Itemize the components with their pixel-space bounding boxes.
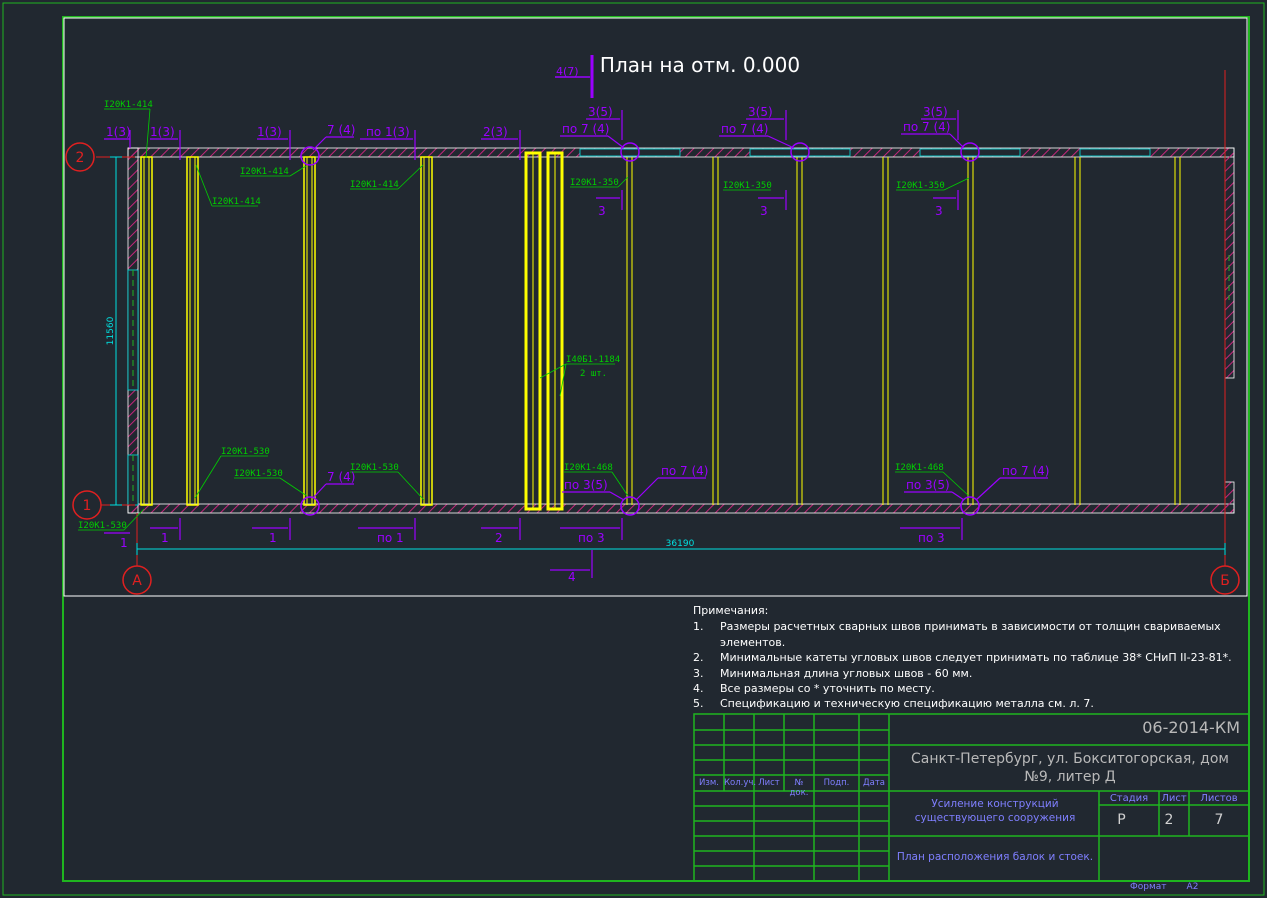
weld-mark: по 7 (4) [661,464,708,478]
sheet-label: Лист [1161,793,1187,804]
weld-mark: 1 [120,536,128,550]
beam-label: I20K1-530 [234,469,283,479]
col-header-doc: № док. [789,778,809,798]
beam-label: I20K1-530 [221,447,270,457]
beam-label: I20K1-414 [350,180,399,190]
weld-mark: по 7 (4) [903,120,950,134]
axis-bubble-row1: 1 [72,490,102,520]
svg-text:А: А [132,573,142,589]
weld-mark: 3 [935,204,943,218]
beam-label: 2 шт. [580,369,607,379]
walls [127,147,1235,514]
beam-label: I20K1-530 [350,463,399,473]
weld-mark: по 1 [377,531,404,545]
sheet-name: План расположения балок и стоек. [896,851,1094,863]
weld-mark: 1 [161,531,169,545]
format-label: Формат А2 [1130,882,1199,892]
beam-label: I20K1-350 [570,178,619,188]
weld-mark: 3(5) [748,105,773,119]
beam-label: I20K1-414 [240,167,289,177]
weld-mark: по 3 [578,531,605,545]
dimension-height: 11560 [106,316,116,345]
notes-title: Примечания: [693,604,769,617]
weld-mark: 1(3) [257,125,282,139]
weld-mark: по 7 (4) [721,122,768,136]
weld-mark: 3 [598,204,606,218]
col-header-list: Лист [758,778,780,788]
note-item: 2. Минимальные катеты угловых швов следуе… [693,651,1232,665]
svg-text:1: 1 [83,498,92,514]
notes-block: Примечания: 1. Размеры расчетных сварных … [693,603,1253,712]
svg-text:Б: Б [1220,573,1230,589]
axis-bubble-colA: А [122,565,152,595]
col-header-kol: Кол.уч. [724,778,757,788]
document-code: 06-2014-КМ [1142,718,1240,737]
beam-label: I20K1-468 [564,463,613,473]
plan-title: План на отм. 0.000 [600,53,800,77]
note-item: 3. Минимальная длина угловых швов - 60 мм… [693,666,973,680]
weld-mark: 7 (4) [327,123,355,137]
dimension-lines [110,156,1226,555]
note-item: 1. Размеры расчетных сварных швов принима… [693,620,1221,649]
weld-mark: 3(5) [588,105,613,119]
stage-label: Стадия [1109,793,1149,804]
col-header-data: Дата [862,778,885,788]
weld-mark: по 7 (4) [562,122,609,136]
sheets-value: 7 [1214,812,1224,828]
beam-label: I20K1-350 [896,181,945,191]
weld-mark: 1 [269,531,277,545]
weld-mark: 1(3) [150,125,175,139]
stage-value: Р [1117,812,1126,828]
note-item: 5. Спецификацию и техническую спецификаци… [693,697,1094,711]
weld-mark: 3 [760,204,768,218]
title-weld-mark: 4(7) [556,65,579,78]
weld-mark: 1(3) [106,125,131,139]
sheet-value: 2 [1164,812,1174,828]
weld-mark: 2 [495,531,503,545]
svg-text:2: 2 [76,150,85,166]
col-header-izm: Изм. [699,778,719,788]
dimension-width: 36190 [666,539,695,549]
beam-label: I20K1-414 [212,197,261,207]
col-header-podp: Подп. [823,778,850,788]
axis-bubble-colB: Б [1210,565,1240,595]
weld-mark: по 1(3) [366,125,410,139]
weld-mark: 7 (4) [327,470,355,484]
weld-mark: по 3 [918,531,945,545]
beam-label: I20K1-350 [723,181,772,191]
beam-label: I40Б1-1184 [566,355,620,365]
weld-mark: 2(3) [483,125,508,139]
beam-label: I20K1-530 [78,521,127,531]
weld-mark: по 3(5) [564,478,608,492]
weld-mark: по 3(5) [906,478,950,492]
weld-nodes [300,142,980,516]
object-name: Усиление конструкций существующего соору… [914,798,1076,824]
beam-leaders [78,108,970,531]
beam-label: I20K1-468 [895,463,944,473]
weld-mark: 3(5) [923,105,948,119]
note-item: 4. Все размеры со * уточнить по месту. [693,682,935,696]
beams [140,151,1181,511]
axis-lines [96,70,1226,566]
weld-mark: по 7 (4) [1002,464,1049,478]
axis-bubble-row2: 2 [65,142,95,172]
beam-label: I20K1-414 [104,100,153,110]
weld-mark: 4 [568,570,576,584]
sheets-label: Листов [1200,793,1238,804]
project-address: Санкт-Петербург, ул. Бокситогорская, дом… [911,751,1229,785]
beam-labels: I20K1-414 I20K1-414 I20K1-414 I20K1-414 … [78,100,945,531]
